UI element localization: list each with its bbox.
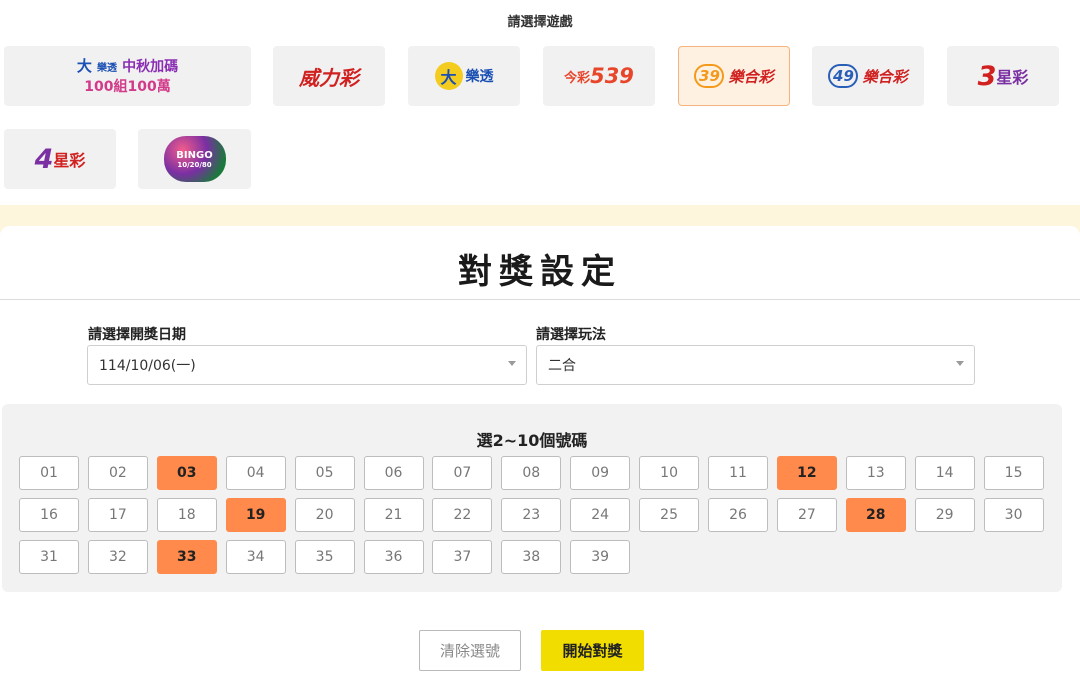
number-button-06[interactable]: 06 [363,456,424,490]
number-button-19[interactable]: 19 [225,498,286,532]
number-button-02[interactable]: 02 [87,456,148,490]
game-selector-title: 請選擇遊戲 [507,15,573,30]
promo-line1: 中秋加碼 [122,58,179,75]
4star-number: 4 [34,143,54,175]
play-type-value: 二合 [548,358,576,374]
play-type-label: 請選擇玩法 [536,327,606,343]
game-tile-superlotto[interactable]: 威力彩 [273,46,385,106]
number-button-30[interactable]: 30 [983,498,1044,532]
chevron-down-icon [508,361,516,366]
number-button-08[interactable]: 08 [501,456,562,490]
number-button-09[interactable]: 09 [570,456,631,490]
number-button-33[interactable]: 33 [156,540,217,574]
number-button-07[interactable]: 07 [432,456,493,490]
clear-selection-button[interactable]: 清除選號 [419,630,521,671]
number-button-36[interactable]: 36 [363,540,424,574]
number-button-35[interactable]: 35 [294,540,355,574]
49lotto-number-icon: 49 [828,64,859,88]
number-button-24[interactable]: 24 [570,498,631,532]
draw-date-label: 請選擇開獎日期 [88,327,186,343]
chevron-down-icon [956,361,964,366]
number-button-23[interactable]: 23 [501,498,562,532]
number-button-05[interactable]: 05 [294,456,355,490]
game-tile-4star[interactable]: 4 星彩 [4,129,116,189]
start-check-button[interactable]: 開始對獎 [541,630,644,671]
number-button-11[interactable]: 11 [708,456,768,490]
number-button-27[interactable]: 27 [776,498,837,532]
number-picker: 選2~10個號碼 01 02 03 04 05 06 07 08 09 10 11 12 13 14 15 1… [2,404,1062,592]
3star-number: 3 [977,60,997,92]
game-tile-49lotto[interactable]: 49 樂合彩 [812,46,924,106]
number-button-04[interactable]: 04 [225,456,286,490]
39lotto-label: 樂合彩 [728,67,774,86]
number-picker-title: 選2~10個號碼 [476,431,588,450]
4star-label: 星彩 [53,151,86,170]
number-button-15[interactable]: 15 [983,456,1044,490]
number-button-31[interactable]: 31 [19,540,79,574]
number-button-12[interactable]: 12 [776,456,837,490]
number-button-22[interactable]: 22 [432,498,493,532]
number-button-26[interactable]: 26 [708,498,768,532]
lotto-mark-icon: 大 [76,56,92,75]
game-tile-bingo[interactable]: BINGO 10/20/80 [138,129,251,189]
dailycash-number: 539 [590,64,634,88]
number-button-28[interactable]: 28 [845,498,906,532]
game-tile-lotto649[interactable]: 大 樂透 [408,46,520,106]
lotto649-label: 樂透 [465,69,494,85]
superlotto-logo: 威力彩 [299,65,359,90]
number-button-16[interactable]: 16 [19,498,79,532]
number-button-21[interactable]: 21 [363,498,424,532]
number-button-14[interactable]: 14 [914,456,975,490]
bingo-logo-icon: BINGO 10/20/80 [163,136,226,182]
number-button-38[interactable]: 38 [501,540,562,574]
number-button-13[interactable]: 13 [845,456,906,490]
49lotto-label: 樂合彩 [862,67,908,86]
number-button-32[interactable]: 32 [87,540,148,574]
number-button-18[interactable]: 18 [156,498,217,532]
draw-date-value: 114/10/06(一) [99,358,196,374]
number-button-17[interactable]: 17 [87,498,148,532]
number-button-25[interactable]: 25 [639,498,700,532]
game-tile-39lotto[interactable]: 39 樂合彩 [678,46,790,106]
game-tile-dailycash[interactable]: 今彩 539 [543,46,655,106]
title-divider [0,299,1080,300]
game-selector: 請選擇遊戲 大 樂透 中秋加碼 100組100萬 威力彩 大 樂透 今彩 539… [0,0,1080,226]
play-type-select[interactable]: 二合 [536,345,975,385]
number-button-03[interactable]: 03 [156,456,217,490]
dailycash-label: 今彩 [564,70,591,86]
number-button-37[interactable]: 37 [432,540,493,574]
page-title: 對獎設定 [458,252,622,292]
39lotto-number-icon: 39 [694,64,725,88]
game-tile-lotto-promo[interactable]: 大 樂透 中秋加碼 100組100萬 [4,46,251,106]
number-button-29[interactable]: 29 [914,498,975,532]
number-button-10[interactable]: 10 [639,456,700,490]
number-button-20[interactable]: 20 [294,498,355,532]
3star-label: 星彩 [996,68,1029,87]
game-tile-3star[interactable]: 3 星彩 [947,46,1059,106]
number-button-39[interactable]: 39 [570,540,631,574]
draw-date-select[interactable]: 114/10/06(一) [87,345,527,385]
number-button-34[interactable]: 34 [225,540,286,574]
number-button-01[interactable]: 01 [19,456,79,490]
lotto-sub-label: 樂透 [97,62,117,74]
promo-line2: 100組100萬 [84,78,171,95]
lotto-logo-icon: 大 [434,62,463,90]
